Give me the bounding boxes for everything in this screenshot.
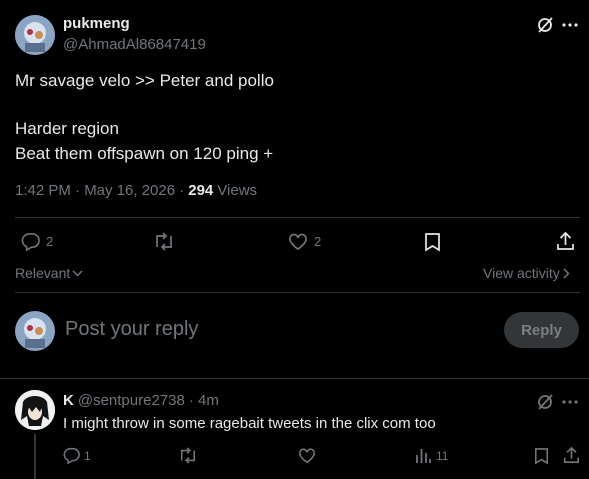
retweet-icon[interactable] (153, 232, 175, 251)
divider (0, 378, 589, 379)
bookmark-icon[interactable] (424, 232, 441, 252)
timestamp[interactable]: 1:42 PM · May 16, 2026 · (15, 182, 184, 199)
reply-button-label: Reply (521, 321, 562, 339)
views-count: 294 (188, 182, 214, 199)
share-icon[interactable] (563, 446, 580, 464)
tweet-meta: 1:42 PM · May 16, 2026 · 294 Views (15, 182, 257, 199)
author-handle[interactable]: @AhmadAl86847419 (63, 36, 206, 53)
reply-time[interactable]: · 4m (189, 392, 219, 409)
reply-icon (21, 232, 40, 251)
thread-line (34, 434, 36, 479)
views-icon (415, 447, 432, 464)
bookmark-icon[interactable] (534, 447, 549, 465)
reply-views-count: 11 (436, 448, 449, 463)
sort-relevant-label: Relevant (15, 265, 71, 281)
author-avatar[interactable] (15, 15, 55, 55)
view-activity-label: View activity (483, 265, 560, 281)
chevron-right-icon (562, 267, 571, 279)
like-count: 2 (314, 234, 322, 249)
user-avatar[interactable] (15, 311, 55, 351)
more-icon[interactable] (561, 394, 579, 410)
divider (15, 292, 580, 293)
grok-icon[interactable] (536, 16, 554, 34)
reply-icon (63, 447, 80, 464)
reply-button[interactable]: Reply (504, 312, 579, 348)
tweet-text-line-3: Beat them offspawn on 120 ping + (15, 144, 274, 163)
reply-author-avatar[interactable] (15, 390, 55, 430)
reply-header: K @sentpure2738 · 4m (63, 392, 219, 409)
chevron-down-icon (72, 268, 83, 278)
like-icon (288, 232, 308, 251)
grok-icon[interactable] (536, 393, 554, 411)
reply-text: I might throw in some ragebait tweets in… (63, 415, 436, 432)
reply-reply-action[interactable]: 1 (63, 447, 91, 464)
reply-action[interactable]: 2 (21, 232, 53, 251)
like-action[interactable]: 2 (288, 232, 321, 251)
like-icon[interactable] (298, 447, 316, 464)
reply-author-name[interactable]: K (63, 392, 74, 409)
views-label: Views (217, 182, 258, 199)
tweet-text-line-2: Harder region (15, 119, 119, 138)
reply-author-handle[interactable]: @sentpure2738 (78, 392, 185, 409)
reply-reply-count: 1 (84, 448, 91, 463)
reply-count: 2 (46, 234, 54, 249)
author-display-name[interactable]: pukmeng (63, 15, 130, 32)
share-icon[interactable] (556, 231, 575, 251)
tweet-text-line-1: Mr savage velo >> Peter and pollo (15, 71, 274, 90)
retweet-icon[interactable] (178, 447, 198, 464)
view-activity-link[interactable]: View activity (483, 265, 571, 281)
reply-views-action[interactable]: 11 (415, 447, 448, 464)
reply-input[interactable]: Post your reply (65, 318, 198, 341)
sort-relevant[interactable]: Relevant (15, 265, 83, 281)
divider (15, 217, 580, 218)
more-icon[interactable] (561, 17, 579, 33)
